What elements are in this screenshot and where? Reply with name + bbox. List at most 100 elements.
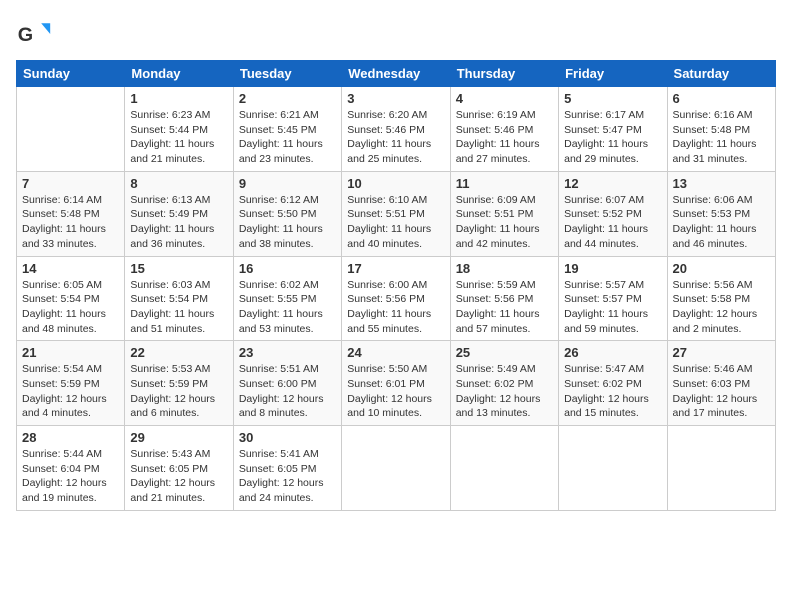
calendar-cell: 30 Sunrise: 5:41 AMSunset: 6:05 PMDayligh… bbox=[233, 426, 341, 511]
day-number: 22 bbox=[130, 345, 227, 360]
calendar-cell: 6 Sunrise: 6:16 AMSunset: 5:48 PMDaylight… bbox=[667, 87, 775, 172]
calendar-cell: 28Sunrise: 5:44 AMSunset: 6:04 PMDayligh… bbox=[17, 426, 125, 511]
calendar-cell: 26 Sunrise: 5:47 AMSunset: 6:02 PMDayligh… bbox=[559, 341, 667, 426]
day-number: 16 bbox=[239, 261, 336, 276]
calendar-cell: 19Sunrise: 5:57 AMSunset: 5:57 PMDayligh… bbox=[559, 256, 667, 341]
calendar-cell bbox=[17, 87, 125, 172]
calendar-cell: 21 Sunrise: 5:54 AMSunset: 5:59 PMDayligh… bbox=[17, 341, 125, 426]
day-info: Sunrise: 6:07 AMSunset: 5:52 PMDaylight:… bbox=[564, 193, 661, 252]
day-number: 12 bbox=[564, 176, 661, 191]
column-header-saturday: Saturday bbox=[667, 61, 775, 87]
day-info: Sunrise: 6:19 AMSunset: 5:46 PMDaylight:… bbox=[456, 108, 553, 167]
logo-icon: G bbox=[16, 16, 52, 52]
day-number: 14 bbox=[22, 261, 119, 276]
calendar-header-row: SundayMondayTuesdayWednesdayThursdayFrid… bbox=[17, 61, 776, 87]
day-info: Sunrise: 6:12 AMSunset: 5:50 PMDaylight:… bbox=[239, 193, 336, 252]
calendar-cell bbox=[450, 426, 558, 511]
day-info: Sunrise: 5:50 AMSunset: 6:01 PMDaylight:… bbox=[347, 362, 444, 421]
column-header-friday: Friday bbox=[559, 61, 667, 87]
day-number: 8 bbox=[130, 176, 227, 191]
calendar-cell: 10 Sunrise: 6:10 AMSunset: 5:51 PMDayligh… bbox=[342, 171, 450, 256]
day-info: Sunrise: 6:10 AMSunset: 5:51 PMDaylight:… bbox=[347, 193, 444, 252]
calendar-cell: 25 Sunrise: 5:49 AMSunset: 6:02 PMDayligh… bbox=[450, 341, 558, 426]
day-number: 30 bbox=[239, 430, 336, 445]
day-info: Sunrise: 6:06 AMSunset: 5:53 PMDaylight:… bbox=[673, 193, 770, 252]
column-header-tuesday: Tuesday bbox=[233, 61, 341, 87]
week-row-2: 7 Sunrise: 6:14 AMSunset: 5:48 PMDaylight… bbox=[17, 171, 776, 256]
column-header-monday: Monday bbox=[125, 61, 233, 87]
day-number: 6 bbox=[673, 91, 770, 106]
day-info: Sunrise: 5:57 AMSunset: 5:57 PMDaylight:… bbox=[564, 278, 661, 337]
logo: G bbox=[16, 16, 56, 52]
day-number: 3 bbox=[347, 91, 444, 106]
day-number: 24 bbox=[347, 345, 444, 360]
day-info: Sunrise: 6:17 AMSunset: 5:47 PMDaylight:… bbox=[564, 108, 661, 167]
day-number: 18 bbox=[456, 261, 553, 276]
day-info: Sunrise: 5:41 AMSunset: 6:05 PMDaylight:… bbox=[239, 447, 336, 506]
calendar-cell: 2Sunrise: 6:21 AMSunset: 5:45 PMDaylight… bbox=[233, 87, 341, 172]
calendar-cell: 24 Sunrise: 5:50 AMSunset: 6:01 PMDayligh… bbox=[342, 341, 450, 426]
calendar-cell: 3 Sunrise: 6:20 AMSunset: 5:46 PMDaylight… bbox=[342, 87, 450, 172]
week-row-3: 14 Sunrise: 6:05 AMSunset: 5:54 PMDayligh… bbox=[17, 256, 776, 341]
week-row-1: 1 Sunrise: 6:23 AMSunset: 5:44 PMDaylight… bbox=[17, 87, 776, 172]
day-number: 27 bbox=[673, 345, 770, 360]
day-number: 15 bbox=[130, 261, 227, 276]
day-info: Sunrise: 5:43 AMSunset: 6:05 PMDaylight:… bbox=[130, 447, 227, 506]
column-header-thursday: Thursday bbox=[450, 61, 558, 87]
day-number: 29 bbox=[130, 430, 227, 445]
day-info: Sunrise: 5:51 AMSunset: 6:00 PMDaylight:… bbox=[239, 362, 336, 421]
calendar-cell: 29 Sunrise: 5:43 AMSunset: 6:05 PMDayligh… bbox=[125, 426, 233, 511]
day-info: Sunrise: 6:05 AMSunset: 5:54 PMDaylight:… bbox=[22, 278, 119, 337]
day-info: Sunrise: 5:54 AMSunset: 5:59 PMDaylight:… bbox=[22, 362, 119, 421]
column-header-wednesday: Wednesday bbox=[342, 61, 450, 87]
day-number: 10 bbox=[347, 176, 444, 191]
day-number: 7 bbox=[22, 176, 119, 191]
day-number: 21 bbox=[22, 345, 119, 360]
day-number: 13 bbox=[673, 176, 770, 191]
page-header: G bbox=[16, 16, 776, 52]
day-number: 23 bbox=[239, 345, 336, 360]
calendar-cell: 16 Sunrise: 6:02 AMSunset: 5:55 PMDayligh… bbox=[233, 256, 341, 341]
calendar-cell: 11 Sunrise: 6:09 AMSunset: 5:51 PMDayligh… bbox=[450, 171, 558, 256]
day-info: Sunrise: 6:23 AMSunset: 5:44 PMDaylight:… bbox=[130, 108, 227, 167]
day-number: 11 bbox=[456, 176, 553, 191]
calendar-cell bbox=[342, 426, 450, 511]
calendar-cell: 5 Sunrise: 6:17 AMSunset: 5:47 PMDaylight… bbox=[559, 87, 667, 172]
calendar-cell bbox=[667, 426, 775, 511]
calendar-cell: 18 Sunrise: 5:59 AMSunset: 5:56 PMDayligh… bbox=[450, 256, 558, 341]
day-number: 1 bbox=[130, 91, 227, 106]
day-info: Sunrise: 5:56 AMSunset: 5:58 PMDaylight:… bbox=[673, 278, 770, 337]
day-info: Sunrise: 5:47 AMSunset: 6:02 PMDaylight:… bbox=[564, 362, 661, 421]
day-info: Sunrise: 6:03 AMSunset: 5:54 PMDaylight:… bbox=[130, 278, 227, 337]
day-info: Sunrise: 5:46 AMSunset: 6:03 PMDaylight:… bbox=[673, 362, 770, 421]
day-info: Sunrise: 6:16 AMSunset: 5:48 PMDaylight:… bbox=[673, 108, 770, 167]
day-number: 4 bbox=[456, 91, 553, 106]
calendar-cell: 17Sunrise: 6:00 AMSunset: 5:56 PMDayligh… bbox=[342, 256, 450, 341]
day-info: Sunrise: 5:59 AMSunset: 5:56 PMDaylight:… bbox=[456, 278, 553, 337]
day-number: 25 bbox=[456, 345, 553, 360]
calendar-cell: 20Sunrise: 5:56 AMSunset: 5:58 PMDayligh… bbox=[667, 256, 775, 341]
calendar-table: SundayMondayTuesdayWednesdayThursdayFrid… bbox=[16, 60, 776, 511]
day-info: Sunrise: 6:09 AMSunset: 5:51 PMDaylight:… bbox=[456, 193, 553, 252]
day-number: 2 bbox=[239, 91, 336, 106]
day-info: Sunrise: 5:53 AMSunset: 5:59 PMDaylight:… bbox=[130, 362, 227, 421]
week-row-5: 28Sunrise: 5:44 AMSunset: 6:04 PMDayligh… bbox=[17, 426, 776, 511]
day-number: 17 bbox=[347, 261, 444, 276]
calendar-cell: 9 Sunrise: 6:12 AMSunset: 5:50 PMDaylight… bbox=[233, 171, 341, 256]
day-number: 5 bbox=[564, 91, 661, 106]
day-number: 26 bbox=[564, 345, 661, 360]
day-info: Sunrise: 6:14 AMSunset: 5:48 PMDaylight:… bbox=[22, 193, 119, 252]
svg-text:G: G bbox=[18, 24, 33, 46]
day-info: Sunrise: 5:44 AMSunset: 6:04 PMDaylight:… bbox=[22, 447, 119, 506]
day-info: Sunrise: 6:02 AMSunset: 5:55 PMDaylight:… bbox=[239, 278, 336, 337]
day-info: Sunrise: 5:49 AMSunset: 6:02 PMDaylight:… bbox=[456, 362, 553, 421]
day-number: 9 bbox=[239, 176, 336, 191]
calendar-cell: 27 Sunrise: 5:46 AMSunset: 6:03 PMDayligh… bbox=[667, 341, 775, 426]
calendar-cell bbox=[559, 426, 667, 511]
calendar-cell: 1 Sunrise: 6:23 AMSunset: 5:44 PMDaylight… bbox=[125, 87, 233, 172]
calendar-cell: 7 Sunrise: 6:14 AMSunset: 5:48 PMDaylight… bbox=[17, 171, 125, 256]
calendar-cell: 12 Sunrise: 6:07 AMSunset: 5:52 PMDayligh… bbox=[559, 171, 667, 256]
day-info: Sunrise: 6:20 AMSunset: 5:46 PMDaylight:… bbox=[347, 108, 444, 167]
calendar-cell: 22 Sunrise: 5:53 AMSunset: 5:59 PMDayligh… bbox=[125, 341, 233, 426]
calendar-cell: 8Sunrise: 6:13 AMSunset: 5:49 PMDaylight… bbox=[125, 171, 233, 256]
